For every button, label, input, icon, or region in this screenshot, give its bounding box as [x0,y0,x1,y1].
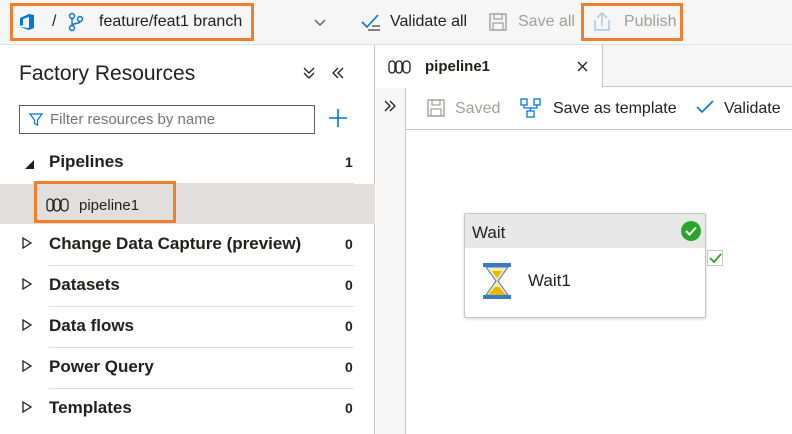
checkmark-icon [696,100,714,114]
collapse-all-icon[interactable] [303,67,315,79]
saved-button[interactable]: Saved [455,100,500,118]
panel-title: Factory Resources [19,62,196,85]
tree-item-label: Datasets [49,275,120,294]
validate-all-icon[interactable] [360,12,382,32]
add-resource-icon[interactable] [328,108,348,128]
caret-collapsed-icon[interactable] [22,237,32,249]
tree-item-datasets[interactable]: Datasets 0 [0,266,375,306]
tree-item-count: 1 [345,154,353,170]
pipeline-item-highlight [34,181,176,223]
tree-item-data-flows[interactable]: Data flows 0 [0,307,375,347]
hourglass-icon [483,263,511,299]
tree-item-label: Templates [49,398,132,417]
expand-panel-icon[interactable] [384,100,396,112]
tree-item-pipelines[interactable]: Pipelines 1 [0,143,375,183]
activity-name: Wait1 [528,271,571,290]
tree-item-power-query[interactable]: Power Query 0 [0,348,375,388]
tree-item-count: 0 [345,400,353,416]
tab-pipeline1[interactable]: pipeline1 [376,45,603,88]
validate-all-button[interactable]: Validate all [390,13,467,31]
caret-collapsed-icon[interactable] [22,319,32,331]
save-icon [489,13,507,31]
activity-type-label: Wait [472,223,506,242]
tree-item-count: 0 [345,359,353,375]
tree-item-count: 0 [345,277,353,293]
on-success-handle[interactable] [707,250,723,266]
tree-item-change-data-capture[interactable]: Change Data Capture (preview) 0 [0,225,375,265]
filter-input-box[interactable] [19,105,315,134]
tree-item-label: Data flows [49,316,135,335]
validate-button[interactable]: Validate [724,100,781,118]
pipeline-icon [388,60,411,74]
caret-collapsed-icon[interactable] [22,401,32,413]
filter-input[interactable] [50,109,310,130]
tree-item-label: Pipelines [49,152,124,171]
activities-collapsed-strip [376,88,406,434]
save-icon [427,99,445,117]
save-as-template-button[interactable]: Save as template [553,100,677,118]
branch-highlight [10,3,254,41]
activity-header: Wait [465,214,705,248]
tab-label: pipeline1 [425,58,491,75]
tree-item-label: Power Query [49,357,154,376]
save-all-button[interactable]: Save all [518,13,575,31]
caret-expanded-icon[interactable] [24,159,36,171]
wait-activity-node[interactable]: Wait Wait1 [464,213,706,318]
check-icon [709,253,722,264]
success-check-icon [681,221,701,241]
chevron-down-icon[interactable] [314,19,326,27]
tree-item-count: 0 [345,236,353,252]
tree-item-templates[interactable]: Templates 0 [0,389,375,429]
caret-collapsed-icon[interactable] [22,278,32,290]
collapse-panel-icon[interactable] [332,67,344,79]
close-icon[interactable] [577,61,588,72]
caret-collapsed-icon[interactable] [22,360,32,372]
canvas-toolbar: Saved Save as template Validate [406,88,792,130]
tree-item-label: Change Data Capture (preview) [49,234,302,253]
save-as-template-icon [520,98,541,118]
filter-icon [29,113,43,126]
publish-highlight [581,3,683,41]
tree-item-count: 0 [345,318,353,334]
factory-resources-panel: Factory Resources Pipelines 1 pipeline1 [0,45,375,434]
